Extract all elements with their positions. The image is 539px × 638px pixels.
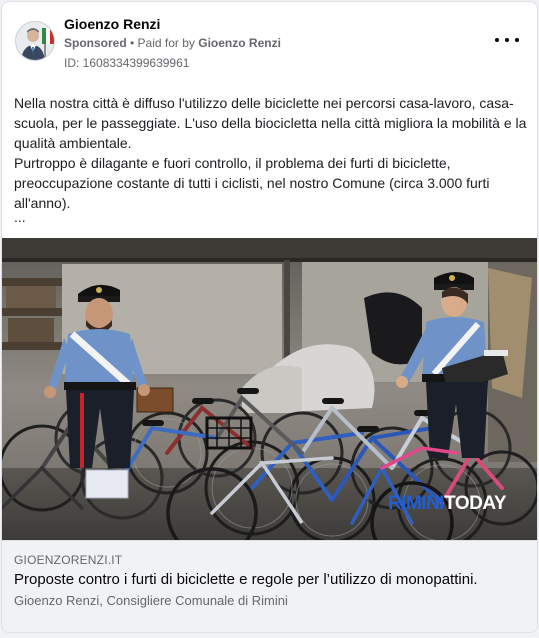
post-image[interactable]: RIMINITODAY <box>2 238 537 540</box>
more-options-button[interactable] <box>495 32 519 48</box>
sponsored-meta: Sponsored • Paid for by Gioenzo Renzi <box>64 36 281 50</box>
body-paragraph: Nella nostra città è diffuso l'utilizzo … <box>14 95 527 151</box>
post-body: Nella nostra città è diffuso l'utilizzo … <box>14 93 528 213</box>
link-preview[interactable]: GIOENZORENZI.IT Proposte contro i furti … <box>2 540 537 632</box>
meta-separator: • <box>126 36 138 50</box>
post-header: Gioenzo Renzi Sponsored • Paid for by Gi… <box>2 2 537 74</box>
more-horizontal-icon <box>495 38 499 42</box>
body-paragraph: Purtroppo è dilagante e fuori controllo,… <box>14 155 490 211</box>
link-title[interactable]: Proposte contro i furti di biciclette e … <box>14 571 478 588</box>
sponsored-post-card: Gioenzo Renzi Sponsored • Paid for by Gi… <box>1 1 538 633</box>
paid-for-by-name[interactable]: Gioenzo Renzi <box>198 36 281 50</box>
page-name-link[interactable]: Gioenzo Renzi <box>64 16 160 32</box>
rimini-today-watermark: RIMINITODAY <box>387 493 507 515</box>
ad-id: ID: 1608334399639961 <box>64 56 190 70</box>
more-dot <box>505 38 509 42</box>
paid-for-by-label: Paid for by <box>137 36 199 50</box>
see-more-ellipsis[interactable]: ... <box>14 209 26 225</box>
more-dot <box>515 38 519 42</box>
watermark-part-2: TODAY <box>444 493 506 514</box>
sponsored-label[interactable]: Sponsored <box>64 36 127 50</box>
avatar-portrait-icon <box>16 22 54 60</box>
page-avatar[interactable] <box>15 21 55 61</box>
link-domain: GIOENZORENZI.IT <box>14 553 123 567</box>
watermark-part-1: RIMINI <box>387 493 445 514</box>
link-description: Gioenzo Renzi, Consigliere Comunale di R… <box>14 593 288 608</box>
